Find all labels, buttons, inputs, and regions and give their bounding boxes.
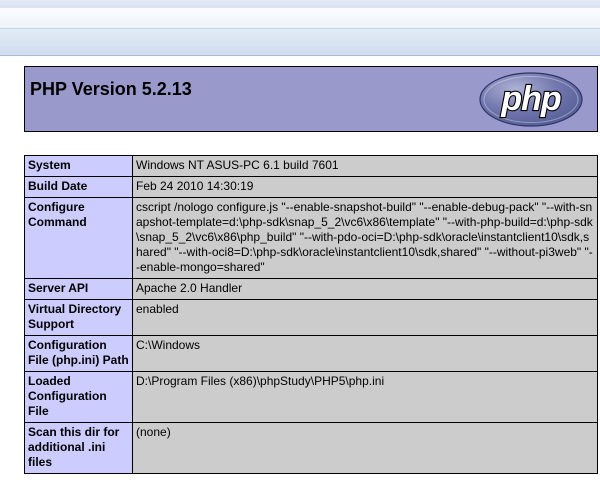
table-row: System Windows NT ASUS-PC 6.1 build 7601	[24, 155, 598, 177]
row-value: enabled	[132, 299, 598, 336]
row-key: Configuration File (php.ini) Path	[24, 335, 133, 372]
table-row: Scan this dir for additional .ini files(…	[24, 422, 598, 474]
row-key: Build Date	[24, 176, 133, 198]
table-row: Build Date Feb 24 2010 14:30:19	[24, 176, 598, 198]
table-row: Virtual Directory Support enabled	[24, 299, 598, 336]
php-logo-text: php	[500, 80, 561, 118]
row-key: Configure Command	[24, 197, 133, 279]
row-key: System	[24, 155, 133, 177]
row-value: D:\Program Files (x86)\phpStudy\PHP5\php…	[132, 371, 598, 423]
row-value: Windows NT ASUS-PC 6.1 build 7601	[132, 155, 598, 177]
row-value: Feb 24 2010 14:30:19	[132, 176, 598, 198]
table-row: Configure Command cscript /nologo configu…	[24, 197, 598, 279]
page-title: PHP Version 5.2.13	[30, 79, 192, 99]
row-key: Loaded Configuration File	[24, 371, 133, 423]
row-key: Scan this dir for additional .ini files	[24, 422, 133, 474]
browser-tab-bar	[0, 29, 600, 56]
row-value: C:\Windows	[132, 335, 598, 372]
row-value: cscript /nologo configure.js "--enable-s…	[132, 197, 598, 279]
row-value: (none)	[132, 422, 598, 474]
php-version-header: PHP Version 5.2.13 php	[24, 66, 598, 132]
row-value: Apache 2.0 Handler	[132, 278, 598, 300]
table-row: Configuration File (php.ini) Path C:\Wind…	[24, 335, 598, 372]
php-logo-icon: php	[479, 72, 583, 127]
php-info-table: System Windows NT ASUS-PC 6.1 build 7601 B…	[24, 155, 598, 474]
row-key: Server API	[24, 278, 133, 300]
table-row: Loaded Configuration File D:\Program File…	[24, 371, 598, 423]
browser-address-bar[interactable]	[0, 8, 600, 29]
table-row: Server API Apache 2.0 Handler	[24, 278, 598, 300]
row-key: Virtual Directory Support	[24, 299, 133, 336]
